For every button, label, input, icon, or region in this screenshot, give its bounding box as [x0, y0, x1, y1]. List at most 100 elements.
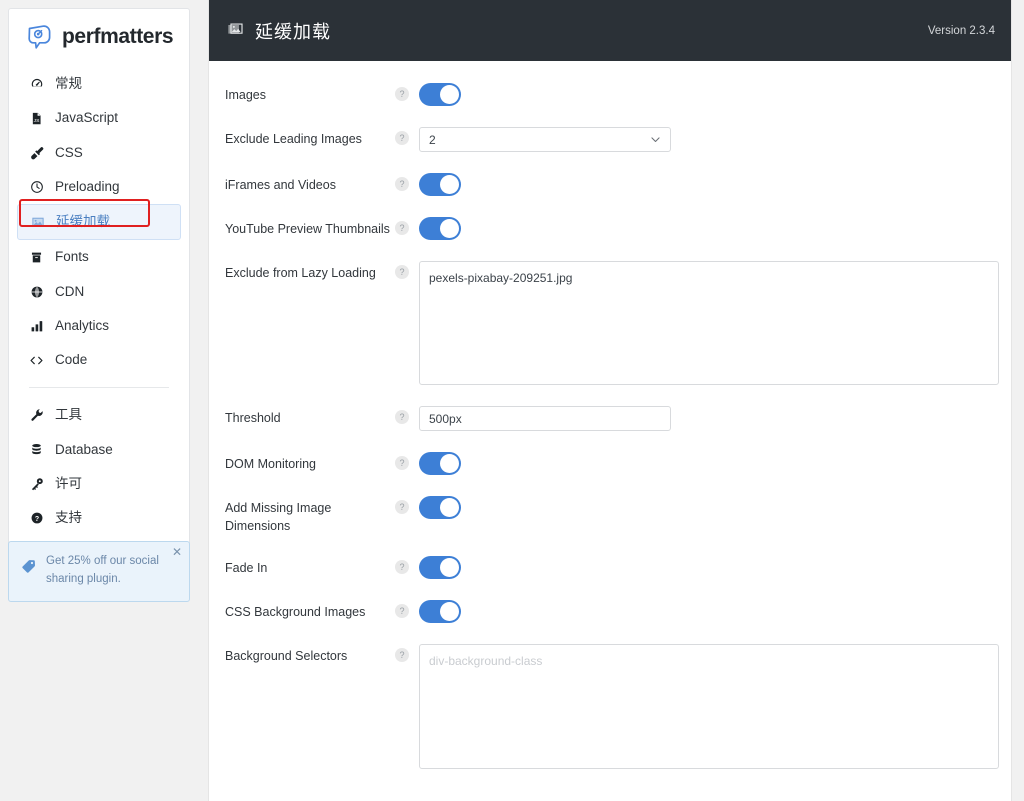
brush-icon [29, 145, 44, 160]
promo-text: Get 25% off our social sharing plugin. [46, 555, 159, 585]
select-exclude-leading-images[interactable]: 2 [419, 127, 671, 152]
perfmatters-gauge-logo-icon [25, 23, 53, 51]
help-icon[interactable]: ? [395, 456, 409, 470]
setting-control [419, 261, 1011, 385]
setting-control [419, 173, 1011, 196]
sidebar-item-support[interactable]: ? 支持 [9, 501, 189, 535]
help-icon[interactable]: ? [395, 604, 409, 618]
version-label: Version 2.3.4 [927, 24, 995, 37]
help-icon[interactable]: ? [395, 560, 409, 574]
setting-label: Add Missing Image Dimensions [225, 501, 332, 533]
sidebar-item-javascript[interactable]: JS JavaScript [9, 101, 189, 135]
sidebar-item-label: Fonts [55, 249, 89, 265]
setting-row-youtube-preview-thumbnails: YouTube Preview Thumbnails ? [209, 217, 1011, 240]
setting-label: Exclude from Lazy Loading [225, 266, 376, 280]
sidebar-item-analytics[interactable]: Analytics [9, 309, 189, 343]
toggle-iframes-and-videos[interactable] [419, 173, 461, 196]
sidebar-item-general[interactable]: 常规 [9, 67, 189, 101]
toggle-knob [440, 175, 459, 194]
setting-label: Exclude Leading Images [225, 132, 362, 146]
image-icon [30, 215, 45, 230]
globe-icon [29, 284, 44, 299]
toggle-knob [440, 558, 459, 577]
sidebar: perfmatters 常规 JS JavaScript CSS Preload… [8, 8, 190, 553]
toggle-knob [440, 602, 459, 621]
sidebar-divider [29, 387, 169, 389]
bar-chart-icon [29, 318, 44, 333]
setting-control [419, 452, 1011, 475]
setting-label: iFrames and Videos [225, 178, 336, 192]
toggle-css-background-images[interactable] [419, 600, 461, 623]
input-threshold[interactable] [419, 406, 671, 431]
question-circle-icon: ? [29, 511, 44, 526]
textarea-background-selectors[interactable] [419, 644, 999, 769]
sidebar-item-database[interactable]: Database [9, 433, 189, 467]
setting-row-fade-in: Fade In ? [209, 556, 1011, 579]
sidebar-item-license[interactable]: 许可 [9, 467, 189, 501]
font-archive-icon [29, 250, 44, 265]
sidebar-item-label: JavaScript [55, 110, 119, 126]
setting-control [419, 644, 1011, 769]
code-brackets-icon [29, 353, 44, 368]
main-panel: 延缓加载 Version 2.3.4 Images ? Exclude Lead… [208, 0, 1012, 801]
toggle-dom-monitoring[interactable] [419, 452, 461, 475]
toggle-youtube-preview-thumbnails[interactable] [419, 217, 461, 240]
sidebar-item-cdn[interactable]: CDN [9, 275, 189, 309]
toggle-add-missing-image-dimensions[interactable] [419, 496, 461, 519]
setting-label: Threshold [225, 411, 281, 425]
key-icon [29, 476, 44, 491]
sidebar-item-label: 常规 [55, 76, 82, 91]
brand-name: perfmatters [62, 25, 174, 48]
page-header: 延缓加载 Version 2.3.4 [209, 0, 1011, 61]
help-icon[interactable]: ? [395, 648, 409, 662]
setting-row-add-missing-image-dimensions: Add Missing Image Dimensions ? [209, 496, 1011, 535]
setting-row-dom-monitoring: DOM Monitoring ? [209, 452, 1011, 475]
setting-row-threshold: Threshold ? [209, 406, 1011, 431]
setting-row-background-selectors: Background Selectors ? [209, 644, 1011, 769]
sidebar-item-code[interactable]: Code [9, 343, 189, 377]
setting-control [419, 556, 1011, 579]
perfmatters-settings-screen: perfmatters 常规 JS JavaScript CSS Preload… [0, 0, 1024, 801]
sidebar-item-label: 支持 [55, 510, 82, 525]
sidebar-item-label: CDN [55, 283, 85, 299]
clock-icon [29, 179, 44, 194]
help-icon[interactable]: ? [395, 87, 409, 101]
close-icon[interactable]: ✕ [172, 546, 182, 558]
chevron-down-icon [649, 133, 662, 146]
images-stack-icon [227, 21, 246, 40]
toggle-images[interactable] [419, 83, 461, 106]
setting-label: Fade In [225, 561, 268, 575]
setting-label: YouTube Preview Thumbnails [225, 222, 390, 236]
sidebar-item-tools[interactable]: 工具 [9, 398, 189, 432]
setting-row-iframes-and-videos: iFrames and Videos ? [209, 173, 1011, 196]
help-icon[interactable]: ? [395, 177, 409, 191]
sidebar-item-label: Preloading [55, 178, 120, 194]
sidebar-nav: 常规 JS JavaScript CSS Preloading 延缓加载 Fon… [9, 65, 189, 551]
sidebar-item-preloading[interactable]: Preloading [9, 170, 189, 204]
sidebar-item-fonts[interactable]: Fonts [9, 240, 189, 274]
js-file-icon: JS [29, 111, 44, 126]
sidebar-item-css[interactable]: CSS [9, 136, 189, 170]
database-icon [29, 442, 44, 457]
price-tag-icon [21, 558, 37, 579]
help-icon[interactable]: ? [395, 131, 409, 145]
setting-control [419, 217, 1011, 240]
help-icon[interactable]: ? [395, 265, 409, 279]
textarea-exclude-from-lazy-loading[interactable] [419, 261, 999, 385]
svg-text:?: ? [34, 516, 38, 523]
sidebar-item-label: 延缓加载 [56, 214, 110, 229]
help-icon[interactable]: ? [395, 500, 409, 514]
setting-control [419, 406, 1011, 431]
toggle-fade-in[interactable] [419, 556, 461, 579]
setting-row-images: Images ? [209, 83, 1011, 106]
page-title: 延缓加载 [255, 21, 331, 42]
brand-logo: perfmatters [9, 9, 189, 65]
help-icon[interactable]: ? [395, 410, 409, 424]
setting-label: Images [225, 88, 266, 102]
toggle-knob [440, 454, 459, 473]
setting-control [419, 83, 1011, 106]
sidebar-item-lazy-loading[interactable]: 延缓加载 [17, 204, 181, 241]
help-icon[interactable]: ? [395, 221, 409, 235]
sidebar-item-label: 工具 [55, 407, 82, 423]
setting-row-css-background-images: CSS Background Images ? [209, 600, 1011, 623]
